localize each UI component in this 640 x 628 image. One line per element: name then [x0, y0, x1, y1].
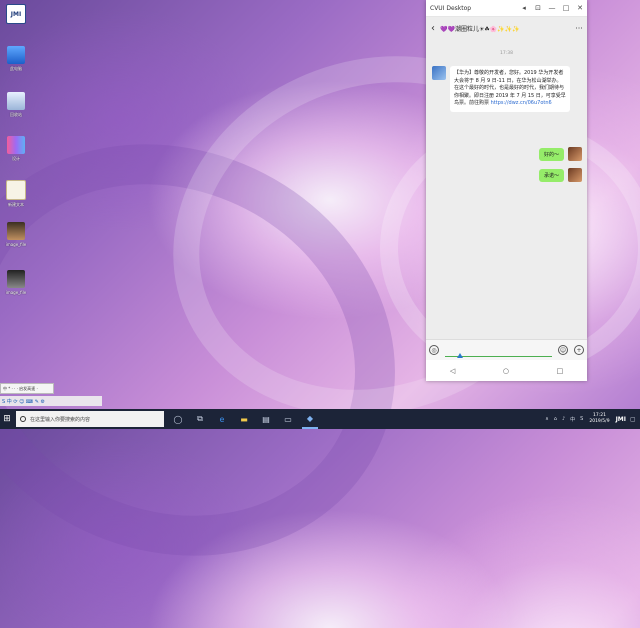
maximize-button[interactable]: □ — [559, 0, 573, 16]
desktop-icon-label: 新建文本 — [8, 202, 24, 207]
desktop-icon-label: 设计 — [12, 156, 20, 161]
window-title: CVUI Desktop — [430, 4, 472, 12]
task-view-icon[interactable]: ⧉ — [192, 409, 208, 429]
image-file-icon — [7, 270, 25, 288]
chat-body[interactable]: 17:38 【华为】尊敬的开发者，您好。2019 华为开发者大会将于 8 月 9… — [426, 39, 587, 340]
app-window-icon[interactable]: ▭ — [280, 409, 296, 429]
avatar[interactable] — [432, 66, 446, 80]
desktop-logo[interactable]: JMI — [3, 4, 29, 24]
app-icon — [7, 136, 25, 154]
search-icon — [20, 416, 26, 422]
start-button[interactable]: ⊞ — [0, 409, 14, 429]
edge-browser-icon[interactable]: e — [214, 409, 230, 429]
desktop-icon-text[interactable]: 新建文本 — [3, 180, 29, 208]
incoming-message: 【华为】尊敬的开发者，您好。2019 华为开发者大会将于 8 月 9 日-11 … — [432, 66, 570, 112]
avatar[interactable] — [568, 168, 582, 182]
store-icon[interactable]: ▤ — [258, 409, 274, 429]
ime-icon[interactable]: 中 — [570, 416, 575, 423]
text-cursor-handle[interactable] — [457, 352, 463, 358]
floating-toolbar[interactable]: 中 * · · · 启发高速 · — [0, 383, 54, 394]
back-arrow-icon[interactable]: ‹ — [426, 23, 440, 34]
notification-icon[interactable]: ▢ — [630, 416, 640, 423]
network-icon[interactable]: ⌂ — [554, 416, 557, 422]
outgoing-message: 承诺～ — [538, 168, 582, 182]
nav-home-icon[interactable]: ○ — [503, 367, 509, 375]
nav-recent-icon[interactable]: □ — [557, 367, 564, 375]
tray-expand-icon[interactable]: ∧ — [545, 416, 549, 422]
monitor-icon — [7, 46, 25, 64]
recycle-bin-icon — [7, 92, 25, 110]
screen-button[interactable]: ⊡ — [531, 0, 545, 16]
nav-back-icon[interactable]: ◁ — [450, 367, 455, 375]
message-link[interactable]: https://dwz.cn/06u7otn6 — [491, 100, 552, 106]
taskbar-search[interactable]: 在这里输入你要搜索的内容 — [16, 411, 164, 427]
minimize-button[interactable]: — — [545, 0, 559, 16]
message-bubble[interactable]: 承诺～ — [538, 168, 564, 182]
more-icon[interactable]: ··· — [571, 24, 587, 33]
mic-icon[interactable]: ◯ — [170, 409, 186, 429]
voice-icon[interactable]: ◎ — [429, 345, 439, 355]
tray-app-icon[interactable]: S — [580, 416, 583, 422]
jmi-logo-icon: JMI — [6, 4, 26, 24]
desktop-icon-computer[interactable]: 此电脑 — [3, 46, 29, 72]
chat-input-bar: ◎ ☺ + — [426, 339, 587, 360]
desktop-icon-label: image_file — [5, 290, 27, 295]
message-bubble[interactable]: 【华为】尊敬的开发者，您好。2019 华为开发者大会将于 8 月 9 日-11 … — [450, 66, 570, 112]
chat-title: 💜💜潮圈粒儿☀☘🌸✨✨✨ — [440, 25, 520, 33]
phone-window: CVUI Desktop ◂ ⊡ — □ ✕ ‹ 💜💜潮圈粒儿☀☘🌸✨✨✨ ··… — [426, 0, 587, 381]
watermark-logo: JMI — [615, 415, 626, 423]
text-file-icon — [6, 180, 26, 200]
chat-header: ‹ 💜💜潮圈粒儿☀☘🌸✨✨✨ ··· — [426, 17, 587, 40]
clock-date: 2019/5/9 — [589, 419, 610, 424]
cvui-app-icon[interactable]: ◆ — [302, 409, 318, 429]
desktop-icon-design[interactable]: 设计 — [3, 136, 29, 162]
message-timestamp: 17:38 — [500, 51, 513, 56]
emoji-icon[interactable]: ☺ — [558, 345, 568, 355]
window-titlebar[interactable]: CVUI Desktop ◂ ⊡ — □ ✕ — [426, 0, 587, 17]
desktop-icon-label: 回收站 — [10, 112, 22, 117]
desktop-icon-recycle[interactable]: 回收站 — [3, 92, 29, 118]
android-navbar: ◁ ○ □ — [426, 360, 587, 381]
image-file-icon — [7, 222, 25, 240]
taskbar-clock[interactable]: 17:21 2019/5/9 — [589, 413, 609, 425]
outgoing-message: 好的～ — [538, 147, 582, 161]
system-tray: ∧ ⌂ ♪ 中 S 17:21 2019/5/9 JMI ▢ — [540, 409, 640, 429]
volume-icon[interactable]: ♪ — [562, 416, 565, 422]
taskbar: ⊞ 在这里输入你要搜索的内容 ◯ ⧉ e ▬ ▤ ▭ ◆ ∧ ⌂ ♪ 中 S 1… — [0, 409, 640, 429]
message-bubble[interactable]: 好的～ — [538, 147, 564, 161]
avatar[interactable] — [568, 147, 582, 161]
message-input[interactable] — [445, 344, 552, 358]
desktop-icon-label: image_file — [5, 242, 27, 247]
desktop-icon-label: 此电脑 — [10, 66, 22, 71]
collapse-button[interactable]: ◂ — [517, 0, 531, 16]
desktop-icon-image[interactable]: image_file — [3, 222, 29, 247]
plus-icon[interactable]: + — [574, 345, 584, 355]
close-button[interactable]: ✕ — [573, 0, 587, 16]
search-placeholder: 在这里输入你要搜索的内容 — [30, 416, 91, 423]
wallpaper-swirl — [0, 71, 463, 628]
desktop-icon-image[interactable]: image_file — [3, 270, 29, 295]
ime-toolbar[interactable]: S 中 ⟳ ☺ ⌨ ✎ ⚙ — [0, 396, 102, 406]
file-explorer-icon[interactable]: ▬ — [236, 409, 252, 429]
